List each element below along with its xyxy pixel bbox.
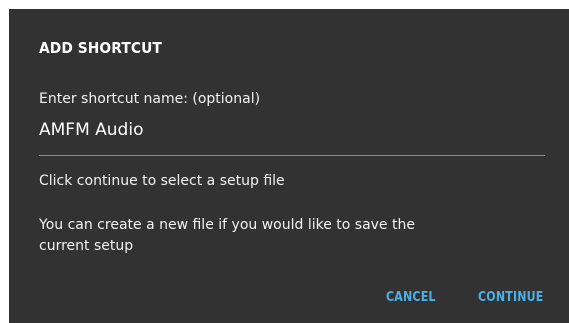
dialog-title: ADD SHORTCUT [39,39,162,57]
add-shortcut-dialog: ADD SHORTCUT Enter shortcut name: (optio… [9,9,569,323]
shortcut-name-input[interactable] [39,120,539,140]
input-underline [39,155,545,156]
shortcut-name-label: Enter shortcut name: (optional) [39,91,261,107]
cancel-button[interactable]: CANCEL [386,290,436,305]
continue-info-text: Click continue to select a setup file [39,173,285,189]
continue-button[interactable]: CONTINUE [478,290,544,305]
create-file-info-text: You can create a new file if you would l… [39,217,415,254]
